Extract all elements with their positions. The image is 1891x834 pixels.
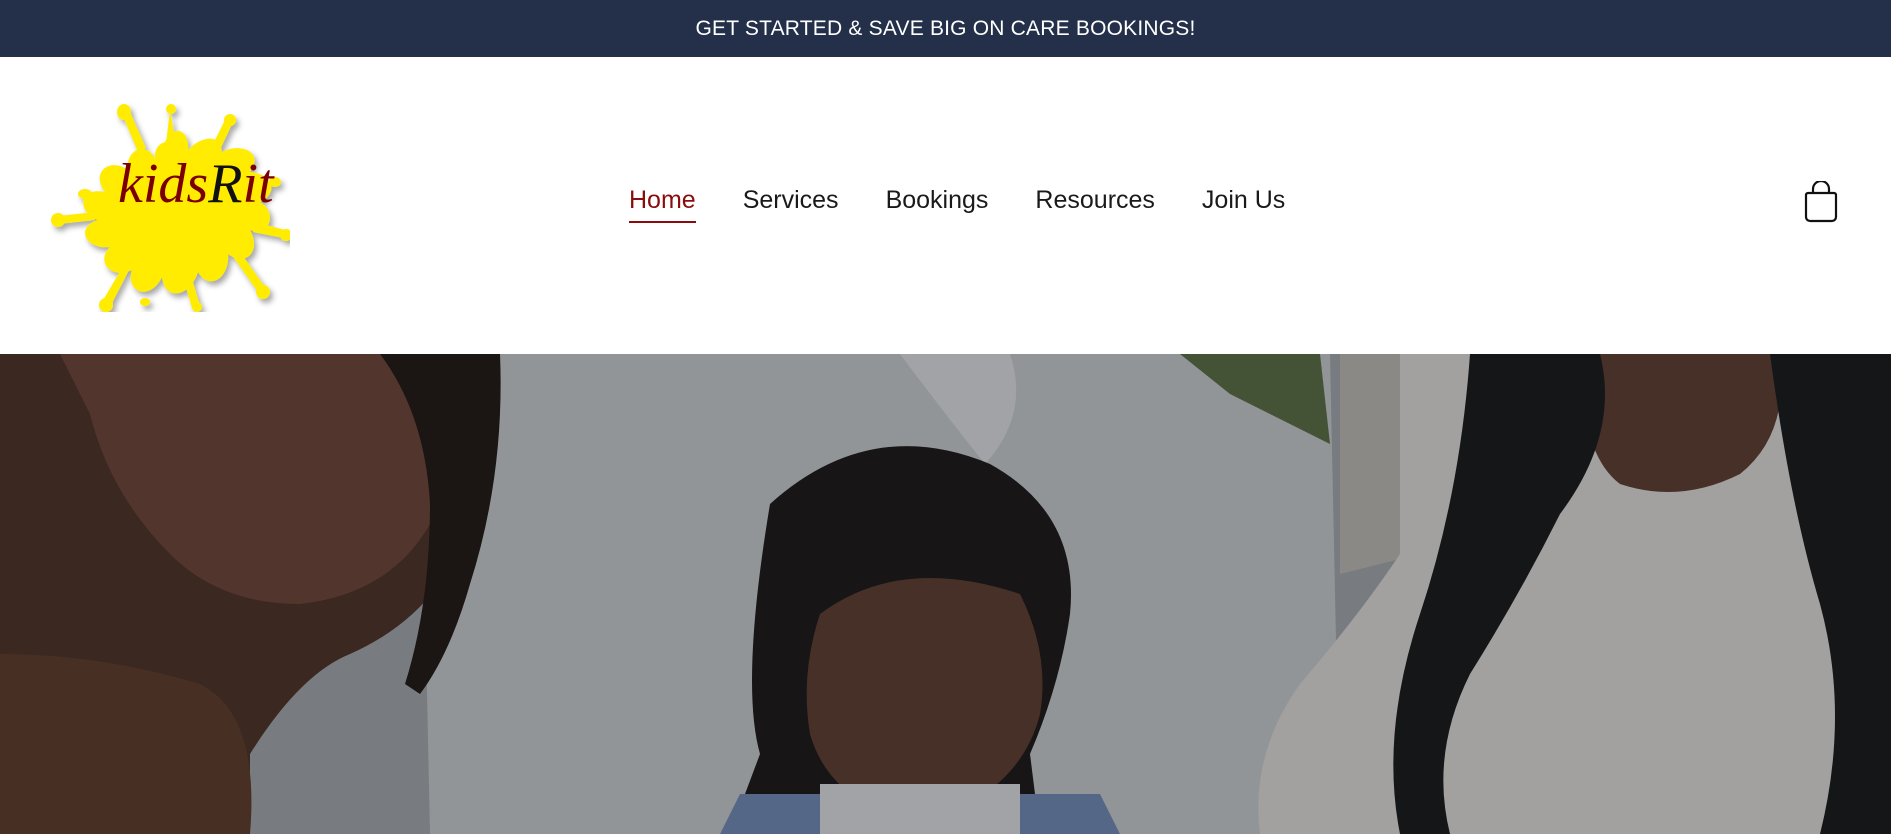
logo-text-r: R (208, 153, 243, 215)
shopping-bag-icon (1804, 181, 1838, 223)
nav-item-home[interactable]: Home (629, 186, 696, 223)
cart-button[interactable] (1802, 181, 1840, 223)
main-navigation: Home Services Bookings Resources Join Us (629, 186, 1285, 227)
site-logo[interactable]: kidsRit (50, 102, 290, 312)
promo-banner: GET STARTED & SAVE BIG ON CARE BOOKINGS! (0, 0, 1891, 57)
site-header: kidsRit Home Services Bookings Resources… (0, 57, 1891, 354)
nav-item-join-us[interactable]: Join Us (1202, 186, 1285, 221)
hero-overlay (0, 354, 1891, 834)
logo-text-kids: kids (118, 153, 209, 215)
promo-text: GET STARTED & SAVE BIG ON CARE BOOKINGS! (695, 16, 1196, 40)
logo-wordmark: kidsRit (118, 156, 274, 212)
logo-text-it: it (242, 153, 274, 215)
nav-item-bookings[interactable]: Bookings (886, 186, 989, 221)
hero-image (0, 354, 1891, 834)
nav-item-services[interactable]: Services (743, 186, 839, 221)
nav-item-resources[interactable]: Resources (1035, 186, 1155, 221)
